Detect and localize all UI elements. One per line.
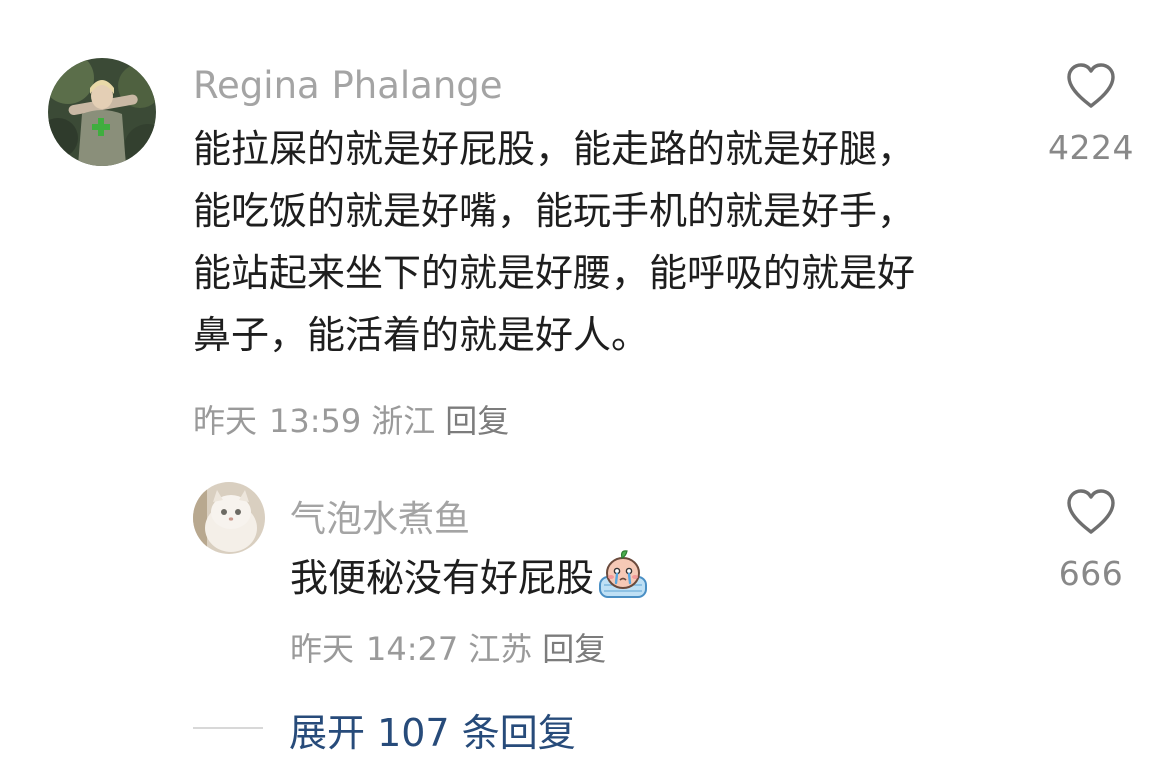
expand-divider: [193, 727, 263, 729]
like-button[interactable]: 666: [1031, 488, 1151, 593]
reply-location: 江苏: [468, 630, 533, 668]
expand-replies-button[interactable]: 展开 107 条回复: [289, 702, 576, 757]
user-avatar[interactable]: [48, 58, 156, 166]
reply-time: 14:27: [366, 630, 459, 668]
reply-username[interactable]: 气泡水煮鱼: [290, 490, 470, 542]
like-count: 666: [1058, 554, 1124, 593]
like-count: 4224: [1048, 128, 1134, 167]
reply-button[interactable]: 回复: [542, 630, 606, 668]
reply-text: 我便秘没有好屁股: [290, 547, 650, 608]
user-avatar[interactable]: [193, 482, 265, 554]
avatar-image: [193, 482, 265, 554]
crying-emoji-icon: [596, 547, 650, 601]
comment-text: 能拉屎的就是好屁股，能走路的就是好腿， 能吃饭的就是好嘴，能玩手机的就是好手， …: [193, 127, 916, 357]
comment-username[interactable]: Regina Phalange: [193, 64, 503, 107]
reply-text-content: 我便秘没有好屁股: [290, 556, 595, 600]
comment-date: 昨天: [193, 402, 258, 440]
heart-outline-icon: [1067, 489, 1115, 534]
heart-outline-icon: [1067, 63, 1115, 108]
comment-meta: 昨天 13:59 浙江 回复: [193, 396, 509, 442]
like-button[interactable]: 4224: [1031, 62, 1151, 167]
reply-button[interactable]: 回复: [445, 402, 509, 440]
reply-date: 昨天: [290, 630, 355, 668]
comment-time: 13:59: [269, 402, 362, 440]
reply-meta: 昨天 14:27 江苏 回复: [290, 624, 606, 670]
avatar-image: [48, 58, 156, 166]
comment-location: 浙江: [371, 402, 436, 440]
